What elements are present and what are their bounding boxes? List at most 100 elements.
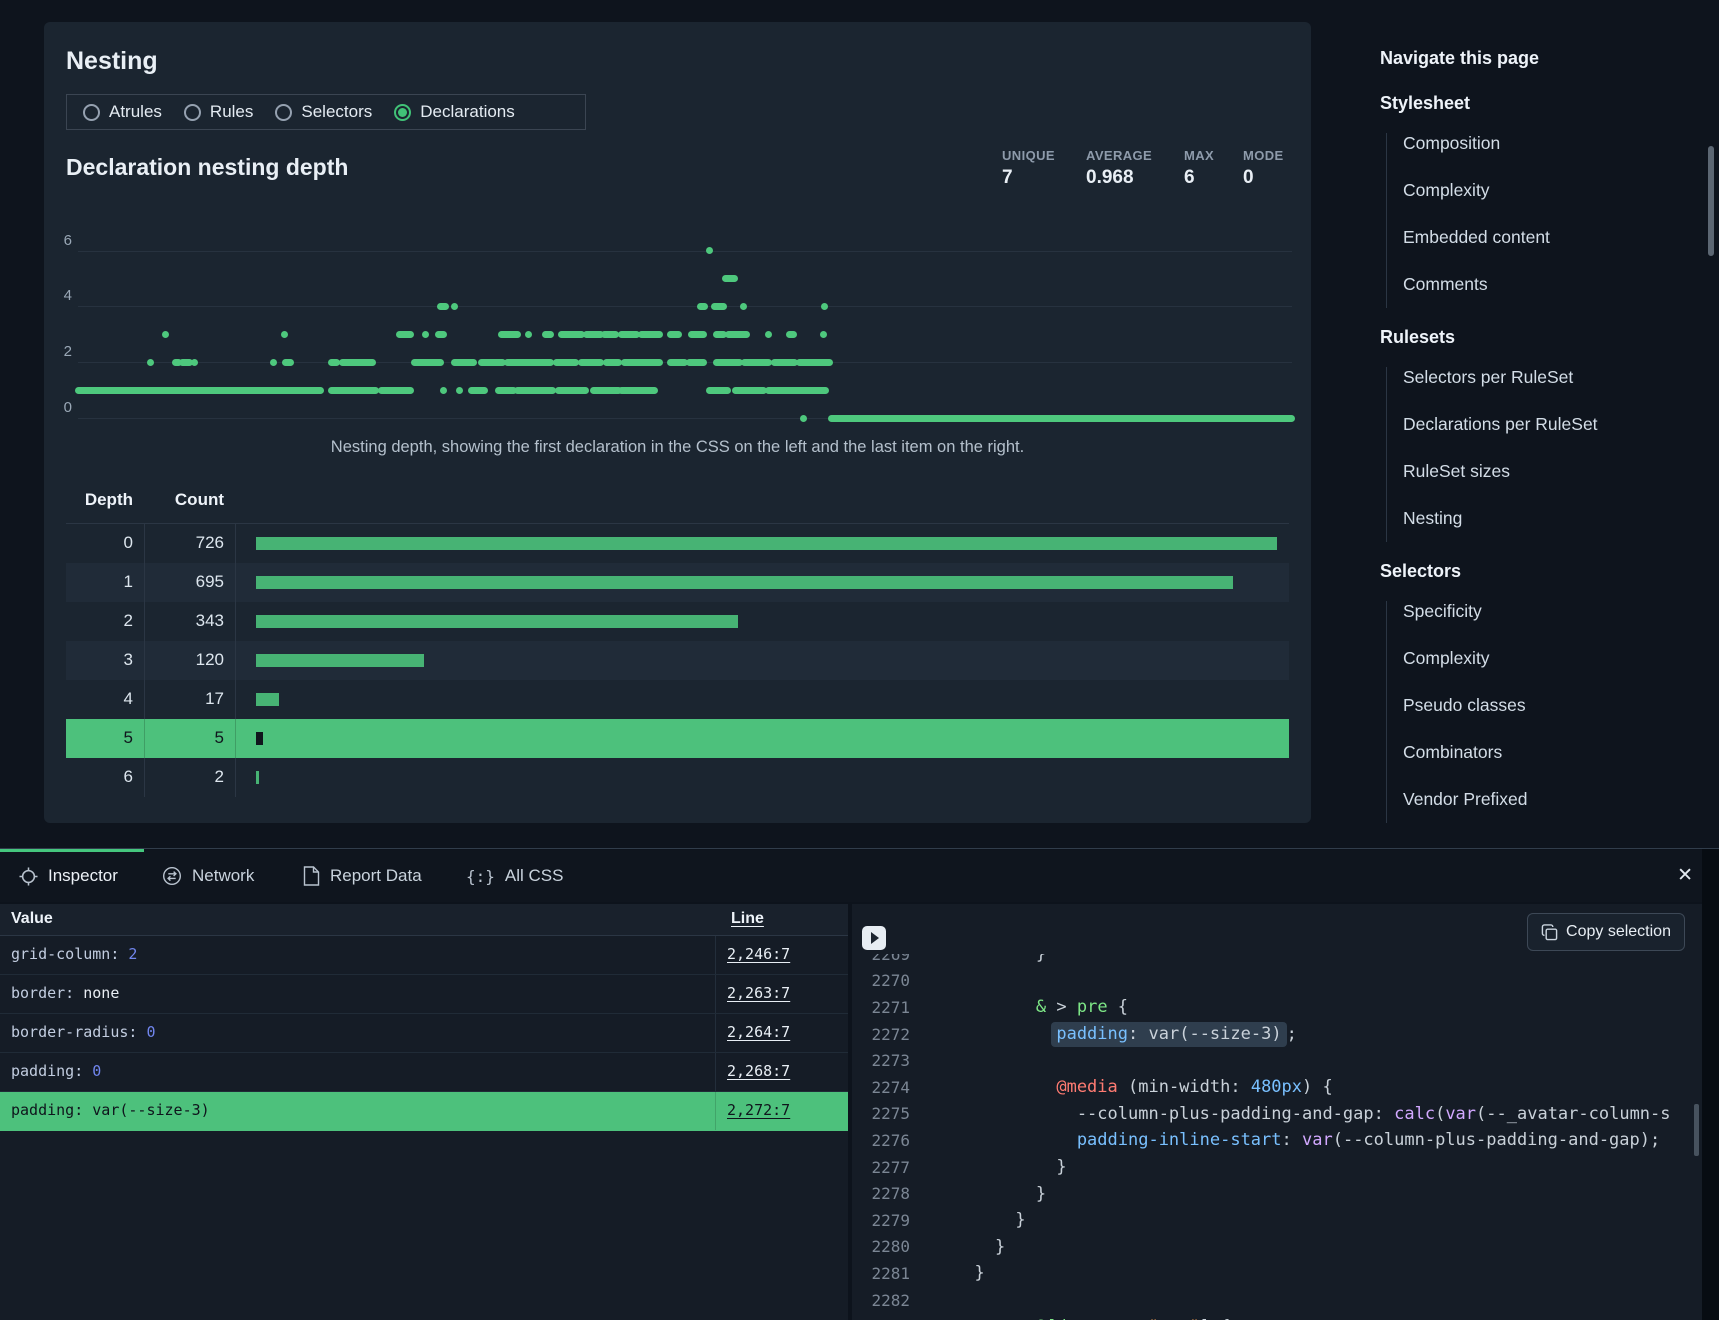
line-number: 2271 — [852, 998, 910, 1017]
scatter-dot-run — [706, 247, 713, 254]
code-line: 2270 — [852, 968, 1702, 995]
radio-icon — [275, 104, 292, 121]
stat-unique: UNIQUE7 — [1002, 148, 1055, 189]
value-column-header: Value — [11, 910, 53, 928]
scatter-dot-run — [796, 359, 833, 366]
code-text: } — [954, 1263, 985, 1283]
depth-table-header: Depth Count — [66, 490, 1289, 524]
scatter-dot-run — [451, 359, 477, 366]
radio-option-selectors[interactable]: Selectors — [275, 102, 372, 122]
table-row[interactable]: 2343 — [66, 602, 1289, 641]
chart-gridline — [78, 251, 1292, 252]
code-scrollbar[interactable] — [1694, 1104, 1699, 1156]
table-row[interactable]: 3120 — [66, 641, 1289, 680]
inspector-dock: ✕ InspectorNetworkReport Data{:}All CSS … — [0, 848, 1719, 1320]
triangle-icon — [871, 932, 879, 944]
tab-inspector[interactable]: Inspector — [0, 850, 144, 902]
scatter-dot-run — [771, 359, 797, 366]
nav-section-selectors[interactable]: Selectors — [1380, 561, 1461, 582]
line-number: 2273 — [852, 1051, 910, 1070]
scatter-dot-run — [583, 331, 603, 338]
table-row[interactable]: 62 — [66, 758, 1289, 797]
declaration-row[interactable]: padding: 0 2,268:7 — [0, 1053, 848, 1092]
column-divider — [715, 975, 716, 1013]
column-divider — [235, 563, 236, 602]
nav-section-rulesets[interactable]: Rulesets — [1380, 327, 1455, 348]
nav-item-declarations-per-ruleset[interactable]: Declarations per RuleSet — [1403, 414, 1598, 435]
table-row[interactable]: 55 — [66, 719, 1289, 758]
nav-item-complexity[interactable]: Complexity — [1403, 180, 1490, 201]
line-link[interactable]: 2,264:7 — [727, 1023, 790, 1041]
depth-cell: 4 — [66, 689, 133, 709]
radio-option-label: Declarations — [420, 102, 515, 122]
nav-item-ruleset-sizes[interactable]: RuleSet sizes — [1403, 461, 1510, 482]
line-column-header[interactable]: Line — [731, 910, 764, 928]
nav-section-stylesheet[interactable]: Stylesheet — [1380, 93, 1470, 114]
page-scrollbar[interactable] — [1708, 146, 1714, 256]
scatter-dot-run — [800, 415, 807, 422]
scatter-dot-run — [172, 359, 183, 366]
declaration-text: padding: 0 — [11, 1062, 101, 1080]
scatter-dot-run — [786, 331, 797, 338]
nav-item-group: Selectors per RuleSetDeclarations per Ru… — [1386, 367, 1387, 542]
scatter-dot-run — [828, 415, 1295, 422]
radio-option-declarations[interactable]: Declarations — [394, 102, 515, 122]
nav-item-specificity[interactable]: Specificity — [1403, 601, 1482, 622]
tab-all-css[interactable]: {:}All CSS — [452, 850, 574, 902]
count-bar — [256, 615, 738, 628]
table-row[interactable]: 1695 — [66, 563, 1289, 602]
scatter-dot-run — [667, 331, 682, 338]
radio-option-atrules[interactable]: Atrules — [83, 102, 162, 122]
code-viewer[interactable]: 2269}22702271& > pre {2272padding: var(-… — [852, 954, 1702, 1320]
nav-item-vendor-prefixed[interactable]: Vendor Prefixed — [1403, 789, 1528, 810]
scatter-dot-run — [75, 387, 325, 394]
stat-mode: MODE0 — [1243, 148, 1284, 189]
nav-item-pseudo-classes[interactable]: Pseudo classes — [1403, 695, 1526, 716]
line-link[interactable]: 2,272:7 — [727, 1101, 790, 1119]
line-number: 2269 — [852, 954, 910, 964]
nav-item-complexity[interactable]: Complexity — [1403, 648, 1490, 669]
nav-item-nesting[interactable]: Nesting — [1403, 508, 1462, 529]
declaration-text: grid-column: 2 — [11, 945, 137, 963]
column-divider — [235, 641, 236, 680]
tab-report-data[interactable]: Report Data — [288, 850, 448, 902]
nav-item-embedded-content[interactable]: Embedded content — [1403, 227, 1550, 248]
scatter-dot-run — [603, 359, 622, 366]
declaration-row[interactable]: grid-column: 2 2,246:7 — [0, 936, 848, 975]
table-row[interactable]: 0726 — [66, 524, 1289, 563]
code-panel: Copy selection 2269}22702271& > pre {227… — [852, 904, 1702, 1320]
line-link[interactable]: 2,246:7 — [727, 945, 790, 963]
count-cell: 5 — [144, 728, 224, 748]
declaration-row[interactable]: border: none2,263:7 — [0, 975, 848, 1014]
tab-network[interactable]: Network — [148, 850, 280, 902]
stat-value: 0.968 — [1086, 167, 1152, 189]
column-divider — [715, 1092, 716, 1130]
line-number: 2277 — [852, 1158, 910, 1177]
y-axis-tick-label: 6 — [50, 232, 72, 249]
tab-label: All CSS — [505, 866, 564, 886]
code-line: 2283&[data-...="..."] { — [852, 1313, 1702, 1320]
nav-item-selectors-per-ruleset[interactable]: Selectors per RuleSet — [1403, 367, 1573, 388]
stat-label: AVERAGE — [1086, 148, 1152, 163]
radio-icon — [83, 104, 100, 121]
nav-item-composition[interactable]: Composition — [1403, 133, 1500, 154]
nav-item-combinators[interactable]: Combinators — [1403, 742, 1502, 763]
declaration-row[interactable]: padding: var(--size-3)2,272:7 — [0, 1092, 848, 1131]
stat-label: UNIQUE — [1002, 148, 1055, 163]
radio-option-rules[interactable]: Rules — [184, 102, 253, 122]
scatter-dot-run — [697, 303, 708, 310]
declaration-row[interactable]: border-radius: 02,264:7 — [0, 1014, 848, 1053]
scatter-dot-run — [270, 359, 277, 366]
table-row[interactable]: 417 — [66, 680, 1289, 719]
code-line: 2278} — [852, 1180, 1702, 1207]
line-link[interactable]: 2,263:7 — [727, 984, 790, 1002]
close-icon[interactable]: ✕ — [1677, 866, 1693, 885]
copy-selection-button[interactable]: Copy selection — [1527, 913, 1685, 951]
line-link[interactable]: 2,268:7 — [727, 1062, 790, 1080]
depth-cell: 6 — [66, 767, 133, 787]
scatter-dot-run — [179, 359, 193, 366]
nav-item-comments[interactable]: Comments — [1403, 274, 1488, 295]
expand-panel-icon[interactable] — [862, 926, 886, 950]
stat-value: 6 — [1184, 167, 1214, 189]
code-text: &[data-...="..."] { — [954, 1317, 1230, 1320]
